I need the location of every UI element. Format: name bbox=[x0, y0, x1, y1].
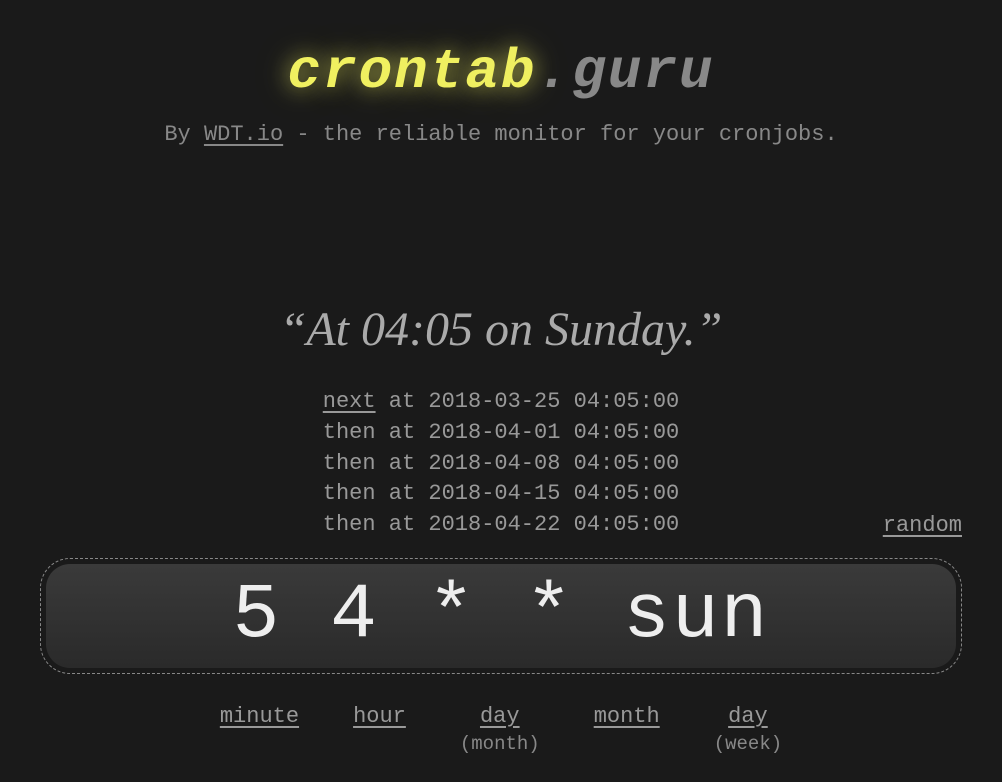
schedule-time: at 2018-04-08 04:05:00 bbox=[376, 451, 680, 476]
logo-guru: guru bbox=[572, 40, 714, 104]
field-label-hour[interactable]: hour bbox=[353, 704, 406, 729]
field-label: hour bbox=[353, 704, 406, 755]
schedule-time: at 2018-04-22 04:05:00 bbox=[376, 512, 680, 537]
next-link[interactable]: next bbox=[323, 389, 376, 414]
field-label-sub-empty bbox=[220, 733, 299, 755]
field-labels: minute hour day (month) month day (week) bbox=[0, 704, 1002, 755]
field-label-sub: (month) bbox=[460, 733, 540, 755]
schedule-line: then at 2018-04-01 04:05:00 bbox=[0, 418, 1002, 449]
logo-crontab: crontab bbox=[287, 40, 536, 104]
schedule-label: then bbox=[323, 420, 376, 445]
field-label: minute bbox=[220, 704, 299, 755]
logo-dot: . bbox=[537, 40, 573, 104]
field-label-month[interactable]: month bbox=[594, 704, 660, 729]
logo: crontab.guru bbox=[0, 40, 1002, 104]
schedule-line: then at 2018-04-08 04:05:00 bbox=[0, 449, 1002, 480]
random-link[interactable]: random bbox=[883, 513, 962, 538]
field-label-minute[interactable]: minute bbox=[220, 704, 299, 729]
field-label-day-month[interactable]: day bbox=[480, 704, 520, 729]
cron-input-wrap bbox=[40, 558, 962, 674]
schedule-label: then bbox=[323, 512, 376, 537]
field-label: month bbox=[594, 704, 660, 755]
schedule-time: at 2018-03-25 04:05:00 bbox=[376, 389, 680, 414]
tagline-prefix: By bbox=[164, 122, 204, 147]
field-label: day (week) bbox=[714, 704, 782, 755]
schedule-label: then bbox=[323, 481, 376, 506]
schedule-line: then at 2018-04-15 04:05:00 bbox=[0, 479, 1002, 510]
field-label: day (month) bbox=[460, 704, 540, 755]
cron-input[interactable] bbox=[46, 564, 956, 668]
field-label-sub-empty bbox=[353, 733, 406, 755]
tagline: By WDT.io - the reliable monitor for you… bbox=[0, 122, 1002, 147]
tagline-link[interactable]: WDT.io bbox=[204, 122, 283, 147]
schedule-label: then bbox=[323, 451, 376, 476]
field-label-sub-empty bbox=[594, 733, 660, 755]
schedule-time: at 2018-04-01 04:05:00 bbox=[376, 420, 680, 445]
schedule-time: at 2018-04-15 04:05:00 bbox=[376, 481, 680, 506]
cron-description: “At 04:05 on Sunday.” bbox=[0, 302, 1002, 357]
tagline-suffix: - the reliable monitor for your cronjobs… bbox=[283, 122, 838, 147]
field-label-day-week[interactable]: day bbox=[728, 704, 768, 729]
field-label-sub: (week) bbox=[714, 733, 782, 755]
schedule-line: next at 2018-03-25 04:05:00 bbox=[0, 387, 1002, 418]
